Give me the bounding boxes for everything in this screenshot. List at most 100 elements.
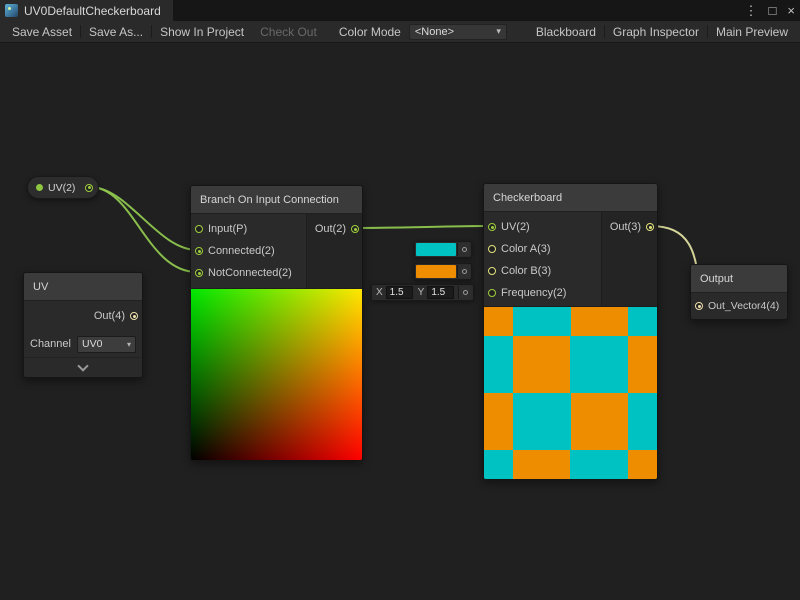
color-b-connector-icon xyxy=(457,265,470,278)
port-output-vector4[interactable] xyxy=(695,302,703,310)
blackboard-toggle-button[interactable]: Blackboard xyxy=(528,21,604,43)
color-a-field[interactable] xyxy=(414,241,472,258)
uv-out-label: Out(4) xyxy=(94,310,125,322)
port-checkerboard-out[interactable] xyxy=(646,223,654,231)
channel-dropdown[interactable]: UV0 ▾ xyxy=(77,336,136,353)
checkerboard-output-column: Out(3) xyxy=(601,212,657,306)
color-a-swatch[interactable] xyxy=(416,243,456,256)
checker-cell xyxy=(484,393,513,450)
output-port-row: Out_Vector4(4) xyxy=(691,293,787,319)
edge-branchout-to-checker-uv[interactable] xyxy=(355,226,490,228)
save-as-button[interactable]: Save As... xyxy=(81,21,151,43)
output-vector4-label: Out_Vector4(4) xyxy=(708,300,779,312)
checker-cell xyxy=(571,450,629,479)
checker-cell xyxy=(628,450,657,479)
checkerboard-frequency-row: Frequency(2) xyxy=(484,282,601,304)
tab-title: UV0DefaultCheckerboard xyxy=(24,4,161,18)
checkerboard-preview xyxy=(484,306,657,479)
save-asset-button[interactable]: Save Asset xyxy=(4,21,80,43)
port-uv-out4[interactable] xyxy=(130,312,138,320)
tab-uv0defaultcheckerboard[interactable]: UV0DefaultCheckerboard xyxy=(0,0,173,21)
checker-cell xyxy=(571,307,629,336)
color-mode-dropdown[interactable]: <None> ▾ xyxy=(409,24,507,40)
collapse-preview-button[interactable] xyxy=(24,357,142,377)
branch-node-title: Branch On Input Connection xyxy=(191,186,362,214)
node-uv[interactable]: UV Out(4) Channel UV0 ▾ xyxy=(23,272,143,378)
branch-notconnected-row: NotConnected(2) xyxy=(191,262,306,284)
checkerboard-uv-row: UV(2) xyxy=(484,216,601,238)
branch-output-column: Out(2) xyxy=(306,214,362,288)
checker-cell xyxy=(628,307,657,336)
branch-connected-label: Connected(2) xyxy=(208,245,275,257)
port-checkerboard-uv[interactable] xyxy=(488,223,496,231)
freq-y-label: Y xyxy=(416,287,425,298)
dot-icon xyxy=(463,290,468,295)
window-menu-icon[interactable]: ⋮ xyxy=(745,4,758,17)
output-node-title: Output xyxy=(691,265,787,293)
graph-inspector-toggle-button[interactable]: Graph Inspector xyxy=(605,21,707,43)
checker-cell xyxy=(513,450,571,479)
checker-cell xyxy=(628,336,657,393)
channel-value: UV0 xyxy=(82,338,102,350)
node-checkerboard[interactable]: Checkerboard UV(2) Color A(3) Color B(3) xyxy=(483,183,658,480)
checker-cell xyxy=(484,307,513,336)
node-branch-on-input-connection[interactable]: Branch On Input Connection Input(P) Conn… xyxy=(190,185,363,461)
port-checkerboard-colorb[interactable] xyxy=(488,267,496,275)
port-branch-out[interactable] xyxy=(351,225,359,233)
checker-cell xyxy=(571,336,629,393)
color-b-swatch[interactable] xyxy=(416,265,456,278)
uv-out-row: Out(4) xyxy=(24,301,142,331)
uv-channel-row: Channel UV0 ▾ xyxy=(24,331,142,357)
checkerboard-input-column: UV(2) Color A(3) Color B(3) Frequency(2) xyxy=(484,212,601,306)
color-b-field[interactable] xyxy=(414,263,472,280)
color-a-connector-icon xyxy=(457,243,470,256)
branch-connected-row: Connected(2) xyxy=(191,240,306,262)
main-preview-toggle-button[interactable]: Main Preview xyxy=(708,21,796,43)
port-checkerboard-colora[interactable] xyxy=(488,245,496,253)
chevron-down-icon: ▾ xyxy=(127,340,131,349)
dot-icon xyxy=(462,247,467,252)
branch-out-label: Out(2) xyxy=(315,223,346,235)
edge-uvpill-to-notconnected[interactable] xyxy=(90,187,197,272)
checker-cell xyxy=(513,393,571,450)
checkerboard-colora-label: Color A(3) xyxy=(501,243,551,255)
color-mode-value: <None> xyxy=(415,26,454,38)
freq-x-input[interactable]: 1.5 xyxy=(386,286,413,299)
tab-bar: UV0DefaultCheckerboard ⋮ □ × xyxy=(0,0,800,21)
checkerboard-frequency-label: Frequency(2) xyxy=(501,287,566,299)
edge-uvpill-to-connected[interactable] xyxy=(90,187,197,250)
chevron-down-icon: ▾ xyxy=(496,26,501,37)
checker-cell xyxy=(484,450,513,479)
port-uvpill-out[interactable] xyxy=(85,184,93,192)
toolbar: Save Asset Save As... Show In Project Ch… xyxy=(0,21,800,43)
checkerboard-uv-label: UV(2) xyxy=(501,221,530,233)
freq-x-label: X xyxy=(374,287,383,298)
freq-y-input[interactable]: 1.5 xyxy=(427,286,454,299)
checkerboard-out-label: Out(3) xyxy=(610,221,641,233)
node-uv2-pill[interactable]: UV(2) xyxy=(27,176,99,199)
port-branch-input[interactable] xyxy=(195,225,203,233)
branch-node-preview xyxy=(191,288,362,460)
window-maximize-icon[interactable]: □ xyxy=(769,4,777,17)
branch-input-column: Input(P) Connected(2) NotConnected(2) xyxy=(191,214,306,288)
show-in-project-button[interactable]: Show In Project xyxy=(152,21,252,43)
port-branch-connected[interactable] xyxy=(195,247,203,255)
chevron-down-icon xyxy=(77,360,88,371)
window-close-icon[interactable]: × xyxy=(787,4,795,17)
uv-gradient-green-layer xyxy=(191,289,362,460)
color-mode-label: Color Mode xyxy=(339,25,409,39)
checker-cell xyxy=(484,336,513,393)
toolbar-right-group: Blackboard Graph Inspector Main Preview xyxy=(528,21,796,43)
branch-notconnected-label: NotConnected(2) xyxy=(208,267,292,279)
frequency-field: X 1.5 Y 1.5 xyxy=(371,284,474,301)
node-output[interactable]: Output Out_Vector4(4) xyxy=(690,264,788,320)
graph-canvas[interactable]: UV(2) UV Out(4) Channel UV0 ▾ Branc xyxy=(0,43,800,600)
checkerboard-colorb-label: Color B(3) xyxy=(501,265,551,277)
checker-cell xyxy=(628,393,657,450)
port-branch-notconnected[interactable] xyxy=(195,269,203,277)
check-out-button[interactable]: Check Out xyxy=(252,21,325,43)
port-checkerboard-frequency[interactable] xyxy=(488,289,496,297)
checkerboard-colora-row: Color A(3) xyxy=(484,238,601,260)
uv-pill-label: UV(2) xyxy=(48,182,80,194)
shader-graph-window: UV0DefaultCheckerboard ⋮ □ × Save Asset … xyxy=(0,0,800,600)
